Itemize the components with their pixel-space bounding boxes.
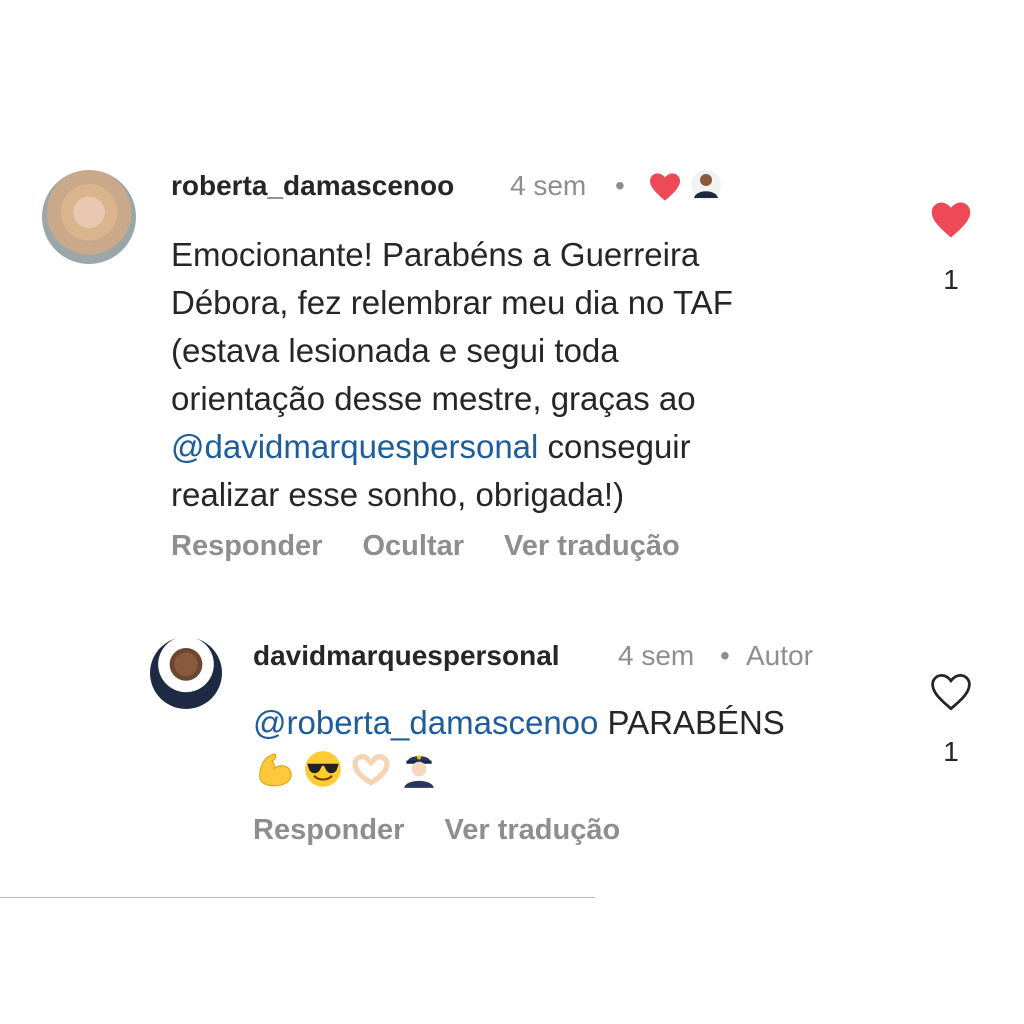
comment-line: @davidmarquespersonal conseguir	[171, 423, 733, 471]
reply-line-text: PARABÉNS	[598, 704, 785, 741]
like-heart-outline-icon[interactable]	[930, 672, 972, 712]
author-badge: Autor	[746, 640, 813, 671]
divider	[0, 897, 595, 898]
reply-line: @roberta_damascenoo PARABÉNS	[253, 699, 785, 747]
hide-button[interactable]: Ocultar	[362, 530, 464, 563]
comment-line-text: conseguir	[538, 428, 691, 465]
comment-line: orientação desse mestre, graças ao	[171, 380, 696, 417]
avatar[interactable]	[42, 170, 136, 264]
translate-button[interactable]: Ver tradução	[444, 814, 620, 847]
creator-mini-avatar-icon	[691, 170, 721, 200]
translate-button[interactable]: Ver tradução	[504, 530, 680, 563]
mention-link[interactable]: @davidmarquespersonal	[171, 428, 538, 465]
meta-separator-dot: •	[720, 640, 730, 671]
comment-actions: Responder Ocultar Ver tradução	[171, 530, 720, 563]
mention-link[interactable]: @roberta_damascenoo	[253, 704, 598, 741]
comment-time: 4 sem	[510, 170, 587, 201]
heart-hands-icon	[352, 754, 390, 786]
reply-username[interactable]: davidmarquespersonal	[253, 640, 560, 672]
like-count: 1	[943, 736, 959, 767]
comment-username[interactable]: roberta_damascenoo	[171, 170, 454, 202]
reply-time: 4 sem	[618, 640, 695, 671]
reply-text: @roberta_damascenoo PARABÉNS	[253, 699, 785, 747]
flexed-biceps-icon	[259, 753, 292, 787]
avatar[interactable]	[150, 637, 222, 709]
meta-separator-dot: •	[615, 170, 625, 201]
comment-line: realizar esse sonho, obrigada!)	[171, 476, 625, 513]
comment-text: Emocionante! Parabéns a Guerreira Débora…	[171, 231, 733, 519]
reply-button[interactable]: Responder	[253, 814, 404, 847]
creator-liked-heart-icon	[650, 173, 680, 201]
smiling-face-with-sunglasses-icon	[305, 751, 341, 787]
comment-line: Débora, fez relembrar meu dia no TAF	[171, 284, 733, 321]
police-officer-woman-icon	[404, 755, 434, 788]
emoji-row	[254, 748, 440, 794]
reply-button[interactable]: Responder	[171, 530, 322, 563]
comment-line: (estava lesionada e segui toda	[171, 332, 619, 369]
like-heart-icon[interactable]	[930, 200, 972, 240]
like-count: 1	[943, 264, 959, 295]
reply-actions: Responder Ver tradução	[253, 814, 660, 847]
comment-line: Emocionante! Parabéns a Guerreira	[171, 236, 700, 273]
